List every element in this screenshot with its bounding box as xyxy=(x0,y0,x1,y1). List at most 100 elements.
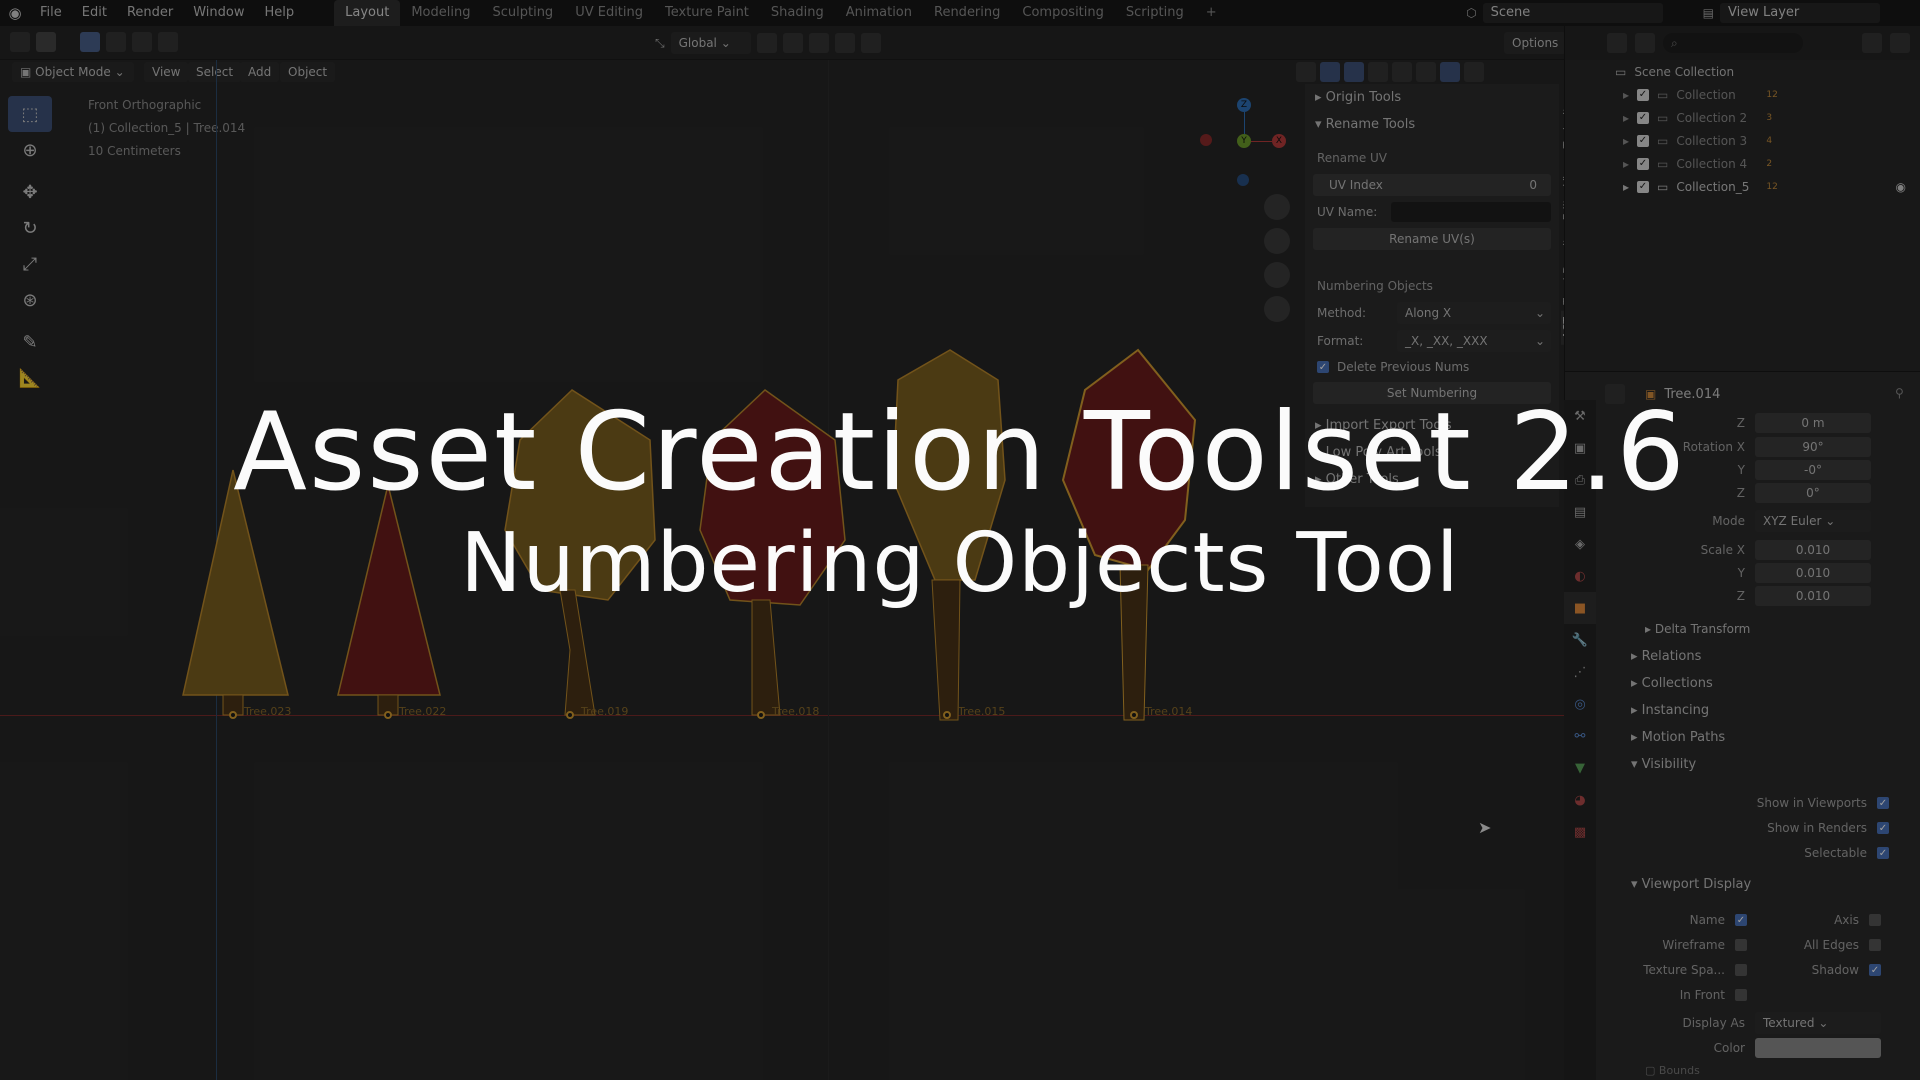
outliner-display-mode-icon[interactable] xyxy=(1635,33,1655,53)
select-mode-intersect-icon[interactable] xyxy=(158,32,178,52)
exclude-checkbox[interactable]: ✓ xyxy=(1637,111,1649,124)
delete-previous-checkbox[interactable]: ✓ xyxy=(1317,361,1329,373)
editor-type-icon[interactable] xyxy=(10,32,30,52)
tab-layout[interactable]: Layout xyxy=(334,0,401,26)
filter-icon[interactable] xyxy=(1862,33,1882,53)
outliner-editor-icon[interactable] xyxy=(1607,33,1627,53)
shadow-checkbox[interactable]: ✓ xyxy=(1869,964,1881,976)
add-workspace-button[interactable]: + xyxy=(1195,0,1228,26)
scene-icon[interactable]: ⬡ xyxy=(1466,6,1476,20)
outliner-search-input[interactable]: ⌕ xyxy=(1663,33,1803,53)
snap-icon[interactable] xyxy=(782,33,803,53)
shading-solid-icon[interactable] xyxy=(1416,62,1436,82)
display-as-dropdown[interactable]: Textured ⌄ xyxy=(1755,1012,1881,1034)
expand-arrow-icon[interactable]: ▸ xyxy=(1623,134,1637,148)
texture-props-icon[interactable]: ▩ xyxy=(1564,816,1596,848)
tab-scripting[interactable]: Scripting xyxy=(1115,0,1195,26)
new-collection-icon[interactable] xyxy=(1890,33,1910,53)
motion-paths-section[interactable]: ▸ Motion Paths xyxy=(1631,730,1725,745)
view-layer-icon[interactable]: ▤ xyxy=(1703,6,1714,20)
origin-tools-section[interactable]: ▸ Origin Tools xyxy=(1305,84,1559,111)
gizmo-toggle-icon[interactable] xyxy=(1320,62,1340,82)
bounds-checkbox[interactable]: ▢ xyxy=(1645,1064,1655,1077)
rename-tools-section[interactable]: ▾ Rename Tools xyxy=(1305,111,1559,138)
expand-arrow-icon[interactable]: ▸ xyxy=(1623,88,1637,102)
show-in-viewports-checkbox[interactable]: ✓ xyxy=(1877,797,1889,809)
expand-arrow-icon[interactable]: ▸ xyxy=(1623,157,1637,171)
exclude-checkbox[interactable]: ✓ xyxy=(1637,88,1649,101)
outliner-item[interactable]: ▸ ✓ ▭ Collection 12 xyxy=(1565,83,1920,106)
menu-edit[interactable]: Edit xyxy=(72,0,117,26)
show-in-renders-checkbox[interactable]: ✓ xyxy=(1877,822,1889,834)
format-label: Format: xyxy=(1317,334,1364,348)
axis-checkbox[interactable] xyxy=(1869,914,1881,926)
falloff-icon[interactable] xyxy=(860,33,881,53)
outliner-item[interactable]: ▸ ✓ ▭ Collection 4 2 xyxy=(1565,152,1920,175)
delta-transform-section[interactable]: ▸ Delta Transform xyxy=(1645,622,1750,636)
visibility-section[interactable]: ▾ Visibility xyxy=(1631,757,1696,772)
tab-animation[interactable]: Animation xyxy=(835,0,923,26)
texture-space-checkbox[interactable] xyxy=(1735,964,1747,976)
blender-logo-icon[interactable]: ◉ xyxy=(0,0,30,26)
expand-arrow-icon[interactable]: ▸ xyxy=(1623,180,1637,194)
menu-file[interactable]: File xyxy=(30,0,72,26)
instancing-section[interactable]: ▸ Instancing xyxy=(1631,703,1709,718)
wireframe-checkbox[interactable] xyxy=(1735,939,1747,951)
overlay-toggle-icon[interactable] xyxy=(1344,62,1364,82)
tab-uv-editing[interactable]: UV Editing xyxy=(564,0,654,26)
bounds-row[interactable]: ▢ Bounds xyxy=(1645,1064,1700,1077)
uv-name-input[interactable] xyxy=(1391,202,1551,222)
constraints-props-icon[interactable]: ⚯ xyxy=(1564,720,1596,752)
tab-rendering[interactable]: Rendering xyxy=(923,0,1011,26)
in-front-checkbox[interactable] xyxy=(1735,989,1747,1001)
tab-texture-paint[interactable]: Texture Paint xyxy=(654,0,760,26)
relations-section[interactable]: ▸ Relations xyxy=(1631,649,1701,664)
method-dropdown[interactable]: Along X ⌄ xyxy=(1397,302,1551,324)
snap-target-icon[interactable] xyxy=(808,33,829,53)
tab-modeling[interactable]: Modeling xyxy=(400,0,481,26)
transform-orientation-dropdown[interactable]: Global ⌄ xyxy=(670,32,751,54)
shading-wireframe-icon[interactable] xyxy=(1392,62,1412,82)
rename-uv-button[interactable]: Rename UV(s) xyxy=(1313,228,1551,250)
select-mode-subtract-icon[interactable] xyxy=(132,32,152,52)
xray-icon[interactable] xyxy=(1368,62,1388,82)
material-props-icon[interactable]: ◕ xyxy=(1564,784,1596,816)
name-checkbox[interactable]: ✓ xyxy=(1735,914,1747,926)
selectable-checkbox[interactable]: ✓ xyxy=(1877,847,1889,859)
outliner-root[interactable]: ▭ Scene Collection xyxy=(1565,60,1920,83)
color-swatch[interactable] xyxy=(1755,1038,1881,1058)
tab-compositing[interactable]: Compositing xyxy=(1011,0,1115,26)
options-dropdown[interactable]: Options ⌄ xyxy=(1504,32,1567,72)
shading-material-icon[interactable] xyxy=(1440,62,1460,82)
tab-sculpting[interactable]: Sculpting xyxy=(481,0,564,26)
shading-rendered-icon[interactable] xyxy=(1464,62,1484,82)
modifier-props-icon[interactable]: 🔧 xyxy=(1564,624,1596,656)
uv-index-field[interactable]: UV Index 0 xyxy=(1313,174,1551,196)
exclude-checkbox[interactable]: ✓ xyxy=(1637,134,1649,147)
physics-props-icon[interactable]: ◎ xyxy=(1564,688,1596,720)
data-props-icon[interactable]: ▼ xyxy=(1564,752,1596,784)
eye-icon[interactable]: ◉ xyxy=(1896,180,1906,194)
outliner-item[interactable]: ▸ ✓ ▭ Collection 3 4 xyxy=(1565,129,1920,152)
exclude-checkbox[interactable]: ✓ xyxy=(1637,157,1649,170)
format-dropdown[interactable]: _X, _XX, _XXX ⌄ xyxy=(1397,330,1551,352)
expand-arrow-icon[interactable]: ▸ xyxy=(1623,111,1637,125)
outliner-item[interactable]: ▸ ✓ ▭ Collection_5 12 ◉ xyxy=(1565,175,1920,198)
exclude-checkbox[interactable]: ✓ xyxy=(1637,180,1649,193)
proportional-edit-icon[interactable] xyxy=(834,33,855,53)
menu-help[interactable]: Help xyxy=(255,0,305,26)
collections-section[interactable]: ▸ Collections xyxy=(1631,676,1713,691)
all-edges-checkbox[interactable] xyxy=(1869,939,1881,951)
select-box-icon[interactable] xyxy=(36,32,56,52)
outliner-item[interactable]: ▸ ✓ ▭ Collection 2 3 xyxy=(1565,106,1920,129)
viewport-display-section[interactable]: ▾ Viewport Display xyxy=(1631,877,1751,892)
pivot-icon[interactable] xyxy=(756,33,777,53)
menu-window[interactable]: Window xyxy=(183,0,254,26)
scene-selector[interactable]: Scene xyxy=(1482,3,1663,23)
tab-shading[interactable]: Shading xyxy=(760,0,835,26)
particles-props-icon[interactable]: ⋰ xyxy=(1564,656,1596,688)
select-mode-extend-icon[interactable] xyxy=(106,32,126,52)
view-layer-selector[interactable]: View Layer xyxy=(1720,3,1880,23)
menu-render[interactable]: Render xyxy=(117,0,183,26)
select-mode-new-icon[interactable] xyxy=(80,32,100,52)
